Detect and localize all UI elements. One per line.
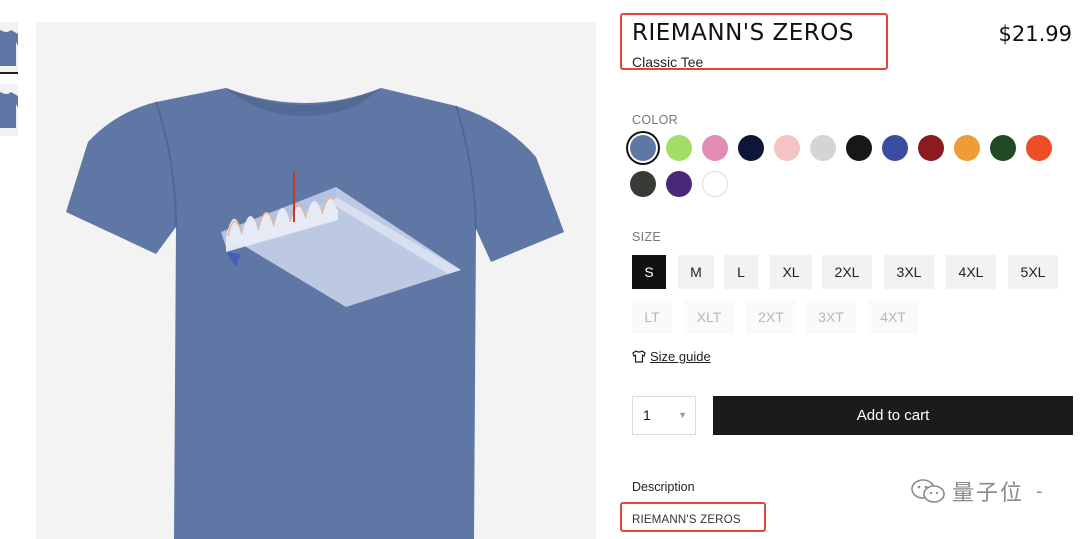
product-image [36, 22, 596, 539]
size-option-xl[interactable]: XL [770, 255, 812, 289]
size-option-5xl[interactable]: 5XL [1008, 255, 1058, 289]
description-label: Description [632, 480, 695, 494]
size-option-2xl[interactable]: 2XL [822, 255, 872, 289]
size-guide-link[interactable]: Size guide [632, 349, 711, 364]
color-swatch-charcoal[interactable] [630, 171, 656, 197]
thumbnail-back[interactable] [0, 84, 18, 136]
tshirt-thumbnail-icon [0, 92, 18, 128]
color-label: COLOR [632, 113, 678, 127]
quantity-select[interactable]: 1 ▼ [632, 396, 696, 435]
color-swatch-forest-green[interactable] [990, 135, 1016, 161]
size-label: SIZE [632, 230, 661, 244]
description-text: RIEMANN'S ZEROS [632, 514, 741, 526]
color-swatch-maroon[interactable] [918, 135, 944, 161]
thumbnail-front[interactable] [0, 22, 18, 74]
quantity-value: 1 [643, 407, 651, 423]
color-swatch-orange[interactable] [1026, 135, 1052, 161]
add-to-cart-button[interactable]: Add to cart [713, 396, 1073, 435]
product-title: RIEMANN'S ZEROS [632, 20, 854, 46]
product-subtitle: Classic Tee [632, 54, 704, 70]
tshirt-illustration [66, 88, 564, 539]
size-option-m[interactable]: M [678, 255, 714, 289]
size-option-3xt: 3XT [806, 300, 856, 334]
product-info-panel: RIEMANN'S ZEROS Classic Tee $21.99 COLOR… [620, 0, 1080, 539]
color-swatch-royal-blue[interactable] [882, 135, 908, 161]
wechat-logo-icon [911, 479, 945, 503]
size-option-4xt: 4XT [868, 300, 918, 334]
color-swatch-light-pink[interactable] [774, 135, 800, 161]
color-swatch-black[interactable] [846, 135, 872, 161]
color-swatch-light-gray[interactable] [810, 135, 836, 161]
color-swatch-heather-blue[interactable] [630, 135, 656, 161]
product-price: $21.99 [998, 22, 1072, 46]
size-option-xlt: XLT [684, 300, 734, 334]
size-option-4xl[interactable]: 4XL [946, 255, 996, 289]
size-option-s[interactable]: S [632, 255, 666, 289]
color-swatch-white[interactable] [702, 171, 728, 197]
size-option-3xl[interactable]: 3XL [884, 255, 934, 289]
watermark-text: 量子位 [952, 481, 1025, 506]
chevron-down-icon: ▼ [678, 410, 687, 420]
color-swatch-navy[interactable] [738, 135, 764, 161]
size-guide-label: Size guide [650, 349, 711, 364]
tshirt-thumbnail-icon [0, 30, 18, 66]
watermark: 量子位 - [910, 474, 1043, 508]
color-swatch-gold[interactable] [954, 135, 980, 161]
color-swatch-lime[interactable] [666, 135, 692, 161]
color-swatch-purple[interactable] [666, 171, 692, 197]
tshirt-outline-icon [632, 350, 646, 363]
size-option-lt: LT [632, 300, 672, 334]
size-option-l[interactable]: L [724, 255, 758, 289]
watermark-dash: - [1036, 480, 1043, 502]
size-option-2xt: 2XT [746, 300, 796, 334]
color-swatch-pink[interactable] [702, 135, 728, 161]
